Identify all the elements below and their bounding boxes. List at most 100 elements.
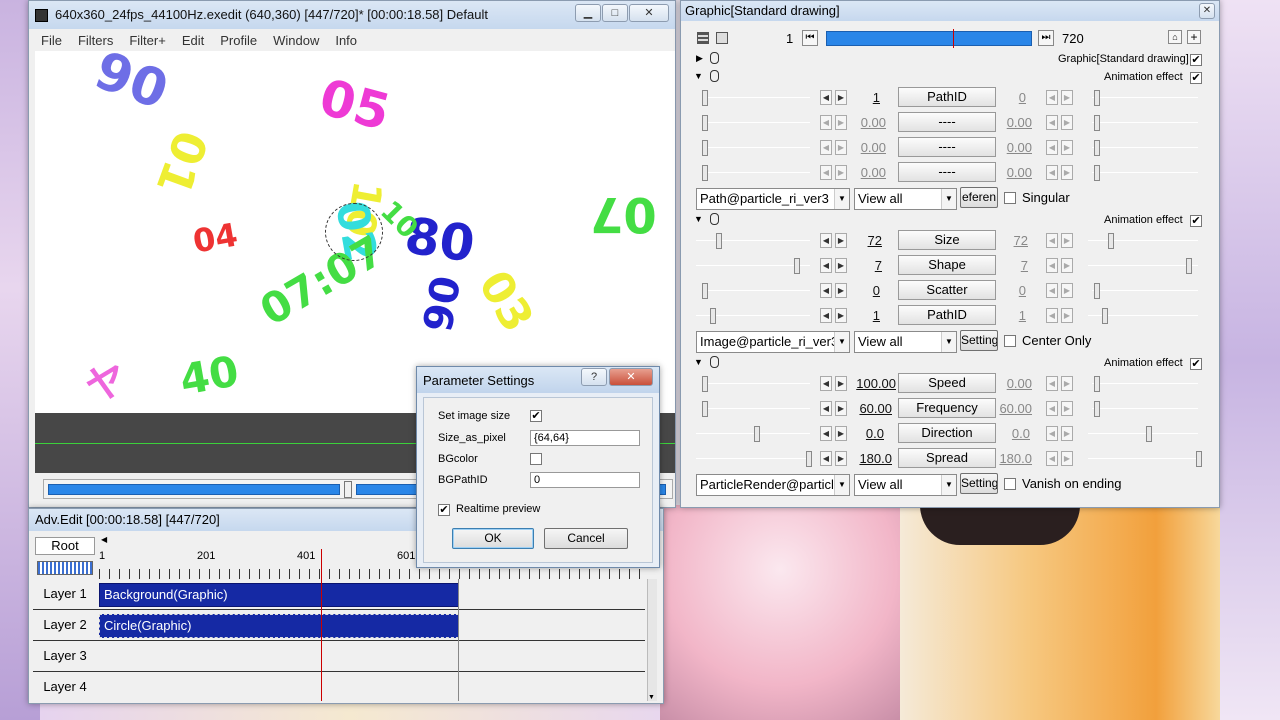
decrement-button[interactable]: ◀ <box>820 115 832 130</box>
parameter-name-button[interactable]: ---- <box>898 112 996 132</box>
layer-track[interactable] <box>99 641 645 671</box>
right-slider-thumb[interactable] <box>1146 426 1152 442</box>
left-slider-thumb[interactable] <box>716 233 722 249</box>
parameter-start-value[interactable]: 180.0 <box>854 451 892 466</box>
right-slider-thumb[interactable] <box>1196 451 1202 467</box>
parameter-name-button[interactable]: Speed <box>898 373 996 393</box>
singular-checkbox[interactable] <box>1004 192 1016 204</box>
parameter-end-value[interactable]: 0 <box>988 283 1026 298</box>
left-slider-thumb[interactable] <box>806 451 812 467</box>
parameter-name-button[interactable]: PathID <box>898 305 996 325</box>
fast-forward-icon[interactable]: ⏭ <box>1038 30 1054 46</box>
parameter-start-value[interactable]: 0.00 <box>848 115 886 130</box>
right-slider-thumb[interactable] <box>1094 165 1100 181</box>
parameter-start-value[interactable]: 0.0 <box>846 426 884 441</box>
increment-button[interactable]: ▶ <box>835 165 847 180</box>
parameter-start-value[interactable]: 0 <box>842 283 880 298</box>
left-slider-thumb[interactable] <box>702 401 708 417</box>
collapse-arrow-icon[interactable]: ▶ <box>696 53 703 64</box>
timeline-scroll-left[interactable]: ◀ <box>101 535 107 544</box>
increment-button[interactable]: ▶ <box>1061 283 1073 298</box>
decrement-button[interactable]: ◀ <box>820 426 832 441</box>
ok-button[interactable]: OK <box>452 528 534 549</box>
increment-button[interactable]: ▶ <box>835 115 847 130</box>
decrement-button[interactable]: ◀ <box>1046 165 1058 180</box>
parameter-end-value[interactable]: 0.00 <box>994 376 1032 391</box>
decrement-button[interactable]: ◀ <box>1046 258 1058 273</box>
playhead-line[interactable] <box>321 549 322 701</box>
decrement-button[interactable]: ◀ <box>1046 140 1058 155</box>
dialog-titlebar[interactable]: Parameter Settings ? ✕ <box>417 367 659 393</box>
right-slider-thumb[interactable] <box>1186 258 1192 274</box>
increment-button[interactable]: ▶ <box>835 451 847 466</box>
decrement-button[interactable]: ◀ <box>820 451 832 466</box>
camera-icon[interactable] <box>716 32 728 44</box>
setting-button[interactable]: Setting <box>960 330 998 351</box>
layer-label[interactable]: Layer 2 <box>33 610 97 640</box>
parameter-end-value[interactable]: 1 <box>988 308 1026 323</box>
graphic-enable-checkbox[interactable]: ✔ <box>1190 54 1202 66</box>
menu-filter-plus[interactable]: Filter+ <box>121 31 173 50</box>
increment-button[interactable]: ▶ <box>835 401 847 416</box>
increment-button[interactable]: ▶ <box>835 140 847 155</box>
decrement-button[interactable]: ◀ <box>1046 233 1058 248</box>
layer-track[interactable]: Circle(Graphic) <box>99 610 645 640</box>
film-icon[interactable] <box>697 32 709 44</box>
parameter-start-value[interactable]: 7 <box>844 258 882 273</box>
cancel-button[interactable]: Cancel <box>544 528 628 549</box>
left-slider-thumb[interactable] <box>702 165 708 181</box>
right-slider-thumb[interactable] <box>1102 308 1108 324</box>
right-slider-thumb[interactable] <box>1094 376 1100 392</box>
reference-button[interactable]: eferen <box>960 187 998 208</box>
left-slider-thumb[interactable] <box>702 140 708 156</box>
minimize-button[interactable]: ▁ <box>575 4 601 22</box>
right-slider-thumb[interactable] <box>1108 233 1114 249</box>
frame-slider[interactable] <box>826 29 1032 48</box>
increment-button[interactable]: ▶ <box>1061 258 1073 273</box>
right-slider-thumb[interactable] <box>1094 90 1100 106</box>
parameter-end-value[interactable]: 0.00 <box>994 165 1032 180</box>
script-select[interactable]: Image@particle_ri_ver3 ▼ <box>696 331 850 353</box>
left-slider-thumb[interactable] <box>710 308 716 324</box>
right-slider-thumb[interactable] <box>1094 401 1100 417</box>
increment-button[interactable]: ▶ <box>1061 90 1073 105</box>
close-button[interactable]: ✕ <box>629 4 669 22</box>
decrement-button[interactable]: ◀ <box>820 401 832 416</box>
left-slider-thumb[interactable] <box>754 426 760 442</box>
decrement-button[interactable]: ◀ <box>1046 426 1058 441</box>
dialog-close-button[interactable]: ✕ <box>609 368 653 386</box>
vanish-on-ending-checkbox[interactable] <box>1004 478 1016 490</box>
menu-window[interactable]: Window <box>265 31 327 50</box>
collapse-arrow-icon[interactable]: ▼ <box>694 71 703 81</box>
script-select[interactable]: ParticleRender@particle ▼ <box>696 474 850 496</box>
view-select[interactable]: View all ▼ <box>854 474 957 496</box>
parameter-name-button[interactable]: Shape <box>898 255 996 275</box>
rewind-icon[interactable]: ⏮ <box>802 30 818 46</box>
increment-button[interactable]: ▶ <box>1061 233 1073 248</box>
parameter-end-value[interactable]: 0.00 <box>994 140 1032 155</box>
decrement-button[interactable]: ◀ <box>1046 401 1058 416</box>
decrement-button[interactable]: ◀ <box>1046 115 1058 130</box>
parameter-name-button[interactable]: Scatter <box>898 280 996 300</box>
parameter-end-value[interactable]: 60.00 <box>994 401 1032 416</box>
decrement-button[interactable]: ◀ <box>820 258 832 273</box>
setting-button[interactable]: Setting <box>960 473 998 494</box>
parameter-start-value[interactable]: 0.00 <box>848 140 886 155</box>
graphic-panel-close-button[interactable]: ✕ <box>1199 3 1215 19</box>
view-select[interactable]: View all ▼ <box>854 188 957 210</box>
center-only-checkbox[interactable] <box>1004 335 1016 347</box>
set-image-size-checkbox[interactable]: ✔ <box>530 410 542 422</box>
menu-info[interactable]: Info <box>327 31 365 50</box>
layer-track[interactable] <box>99 672 645 702</box>
animation-effect-checkbox[interactable]: ✔ <box>1190 215 1202 227</box>
left-slider-thumb[interactable] <box>702 90 708 106</box>
parameter-name-button[interactable]: ---- <box>898 162 996 182</box>
increment-button[interactable]: ▶ <box>1061 115 1073 130</box>
selection-circle[interactable] <box>325 203 383 261</box>
graphic-panel-titlebar[interactable]: Graphic[Standard drawing] <box>681 1 1219 21</box>
parameter-end-value[interactable]: 180.0 <box>994 451 1032 466</box>
decrement-button[interactable]: ◀ <box>1046 308 1058 323</box>
parameter-start-value[interactable]: 100.00 <box>854 376 896 391</box>
preview-canvas[interactable]: 90 05 01 04 10 02 80 07 07:07 03 90 10 4… <box>35 51 675 413</box>
left-slider-thumb[interactable] <box>702 115 708 131</box>
